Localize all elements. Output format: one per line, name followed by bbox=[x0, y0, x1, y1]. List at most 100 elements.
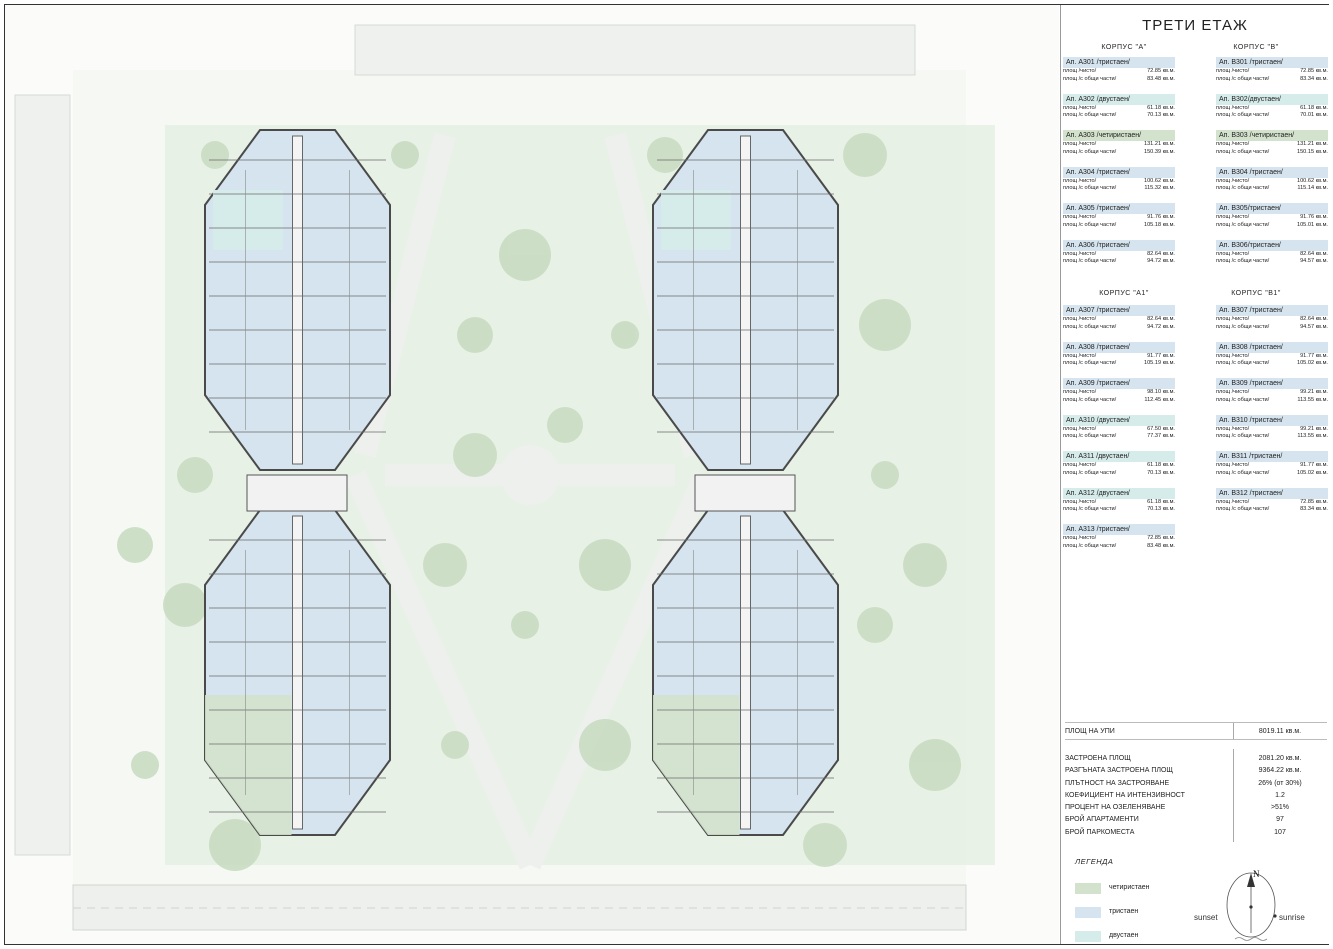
apartment-name: Ап. А303 /четиристаен/ bbox=[1063, 130, 1175, 141]
apartment-entry: Ап. А303 /четиристаен/площ /чисто/131.21… bbox=[1063, 130, 1175, 156]
tree-icon bbox=[441, 731, 469, 759]
stat-label: ПЛЪТНОСТ НА ЗАСТРОЯВАНЕ bbox=[1065, 779, 1170, 787]
area-value: 105.02 кв.м. bbox=[1296, 360, 1328, 366]
area-label: площ /чисто/ bbox=[1063, 214, 1097, 220]
stat-label: РАЗГЪНАТА ЗАСТРОЕНА ПЛОЩ bbox=[1065, 766, 1173, 774]
area-row-gross: площ /с общи части/112.45 кв.м. bbox=[1063, 397, 1175, 405]
area-row-gross: площ /с общи части/150.39 кв.м. bbox=[1063, 149, 1175, 157]
area-row-gross: площ /с общи части/105.01 кв.м. bbox=[1216, 222, 1328, 230]
area-label: площ /чисто/ bbox=[1216, 214, 1250, 220]
area-label: площ /чисто/ bbox=[1063, 462, 1097, 468]
apartment-entry: Ап. В307 /тристаен/площ /чисто/82.64 кв.… bbox=[1216, 305, 1328, 331]
area-label: площ /с общи части/ bbox=[1216, 148, 1270, 155]
area-value: 82.64 кв.м. bbox=[1300, 250, 1328, 257]
area-row-net: площ /чисто/98.10 кв.м. bbox=[1063, 389, 1175, 397]
area-row-net: площ /чисто/72.85 кв.м. bbox=[1063, 535, 1175, 543]
corridor-a bbox=[246, 474, 348, 512]
area-value: 70.13 кв.м. bbox=[1147, 469, 1175, 476]
area-row-net: площ /чисто/72.85 кв.м. bbox=[1063, 68, 1175, 76]
site-plan-drawing bbox=[14, 24, 995, 931]
apartment-entry: Ап. В308 /тристаен/площ /чисто/91.77 кв.… bbox=[1216, 341, 1328, 368]
area-label: площ /с общи части/ bbox=[1063, 112, 1117, 118]
area-value: 100.62 кв.м. bbox=[1143, 177, 1175, 184]
stat-row: ЗАСТРОЕНА ПЛОЩ 2081.20 кв.м. bbox=[1065, 752, 1327, 764]
area-value: 72.85 кв.м. bbox=[1147, 535, 1175, 541]
area-value: 105.18 кв.м. bbox=[1143, 221, 1175, 228]
stat-row: ПЛОЩ НА УПИ 8019.11 кв.м. bbox=[1065, 725, 1327, 737]
sunrise-label: sunrise bbox=[1279, 913, 1305, 922]
apartment-entry: Ап. А304 /тристаен/площ /чисто/100.62 кв… bbox=[1063, 166, 1175, 193]
area-label: площ /с общи части/ bbox=[1216, 221, 1270, 228]
area-row-gross: площ /с общи части/83.34 кв.м. bbox=[1216, 506, 1328, 514]
apartment-entry: Ап. А312 /двустаен/площ /чисто/61.18 кв.… bbox=[1063, 487, 1175, 514]
legend-label: тристаен bbox=[1109, 908, 1139, 915]
area-row-gross: площ /с общи части/70.01 кв.м. bbox=[1216, 112, 1328, 120]
area-value: 82.64 кв.м. bbox=[1147, 250, 1175, 257]
area-row-net: площ /чисто/91.77 кв.м. bbox=[1063, 353, 1175, 361]
apartment-name: Ап. В302/двустаен/ bbox=[1216, 93, 1328, 105]
area-row-gross: площ /с общи части/105.19 кв.м. bbox=[1063, 360, 1175, 368]
area-label: площ /чисто/ bbox=[1063, 104, 1097, 111]
area-value: 83.34 кв.м. bbox=[1300, 75, 1328, 82]
apartment-entry: Ап. А306 /тристаен/площ /чисто/82.64 кв.… bbox=[1063, 239, 1175, 266]
area-label: площ /чисто/ bbox=[1216, 498, 1250, 505]
area-value: 105.19 кв.м. bbox=[1143, 360, 1175, 366]
area-label: площ /чисто/ bbox=[1216, 68, 1250, 74]
apartment-entry: Ап. А313 /тристаен/площ /чисто/72.85 кв.… bbox=[1063, 524, 1175, 550]
apartment-entry: Ап. В309 /тристаен/площ /чисто/99.21 кв.… bbox=[1216, 378, 1328, 404]
area-value: 91.77 кв.м. bbox=[1300, 462, 1328, 468]
tree-icon bbox=[803, 823, 847, 867]
area-label: площ /с общи части/ bbox=[1063, 148, 1117, 155]
apartment-name: Ап. В311 /тристаен/ bbox=[1216, 451, 1328, 462]
apartment-name: Ап. А307 /тристаен/ bbox=[1063, 305, 1175, 316]
tree-icon bbox=[547, 407, 583, 443]
area-row-net: площ /чисто/72.85 кв.м. bbox=[1216, 68, 1328, 76]
area-row-net: площ /чисто/99.21 кв.м. bbox=[1216, 389, 1328, 397]
area-row-gross: площ /с общи части/115.14 кв.м. bbox=[1216, 185, 1328, 193]
area-row-gross: площ /с общи части/113.55 кв.м. bbox=[1216, 397, 1328, 405]
area-row-net: площ /чисто/91.76 кв.м. bbox=[1216, 214, 1328, 222]
area-value: 150.15 кв.м. bbox=[1296, 148, 1328, 155]
area-row-gross: площ /с общи части/115.32 кв.м. bbox=[1063, 185, 1175, 193]
area-value: 83.48 кв.м. bbox=[1147, 542, 1175, 549]
apartment-name: Ап. А302 /двустаен/ bbox=[1063, 93, 1175, 105]
area-row-gross: площ /с общи части/105.02 кв.м. bbox=[1216, 470, 1328, 478]
area-label: площ /чисто/ bbox=[1216, 141, 1250, 147]
tree-icon bbox=[647, 137, 683, 173]
parking-left bbox=[14, 94, 71, 856]
area-row-net: площ /чисто/67.50 кв.м. bbox=[1063, 426, 1175, 434]
legend-label: четиристаен bbox=[1109, 884, 1150, 891]
apartment-entry: Ап. А310 /двустаен/площ /чисто/67.50 кв.… bbox=[1063, 414, 1175, 441]
area-label: площ /чисто/ bbox=[1063, 535, 1097, 541]
site-plan bbox=[5, 5, 1059, 944]
tree-icon bbox=[903, 543, 947, 587]
building-a1 bbox=[204, 509, 391, 836]
area-row-gross: площ /с общи части/105.02 кв.м. bbox=[1216, 360, 1328, 368]
area-label: площ /чисто/ bbox=[1216, 250, 1250, 257]
area-value: 70.13 кв.м. bbox=[1147, 506, 1175, 512]
area-label: площ /с общи части/ bbox=[1063, 258, 1117, 264]
corridor-b bbox=[694, 474, 796, 512]
apartment-name: Ап. В309 /тристаен/ bbox=[1216, 378, 1328, 389]
area-row-gross: площ /с общи части/94.57 кв.м. bbox=[1216, 258, 1328, 266]
block-a-heading: КОРПУС "А" bbox=[1101, 44, 1147, 51]
area-label: площ /чисто/ bbox=[1063, 389, 1097, 395]
area-label: площ /чисто/ bbox=[1216, 177, 1250, 184]
area-row-gross: площ /с общи части/150.15 кв.м. bbox=[1216, 149, 1328, 157]
stat-row: БРОЙ АПАРТАМЕНТИ 97 bbox=[1065, 813, 1327, 825]
area-value: 61.18 кв.м. bbox=[1300, 104, 1328, 111]
area-row-gross: площ /с общи части/70.13 кв.м. bbox=[1063, 112, 1175, 120]
apartment-name: Ап. В306/тристаен/ bbox=[1216, 239, 1328, 251]
stat-label: БРОЙ АПАРТАМЕНТИ bbox=[1065, 815, 1139, 823]
area-label: площ /чисто/ bbox=[1216, 425, 1250, 432]
area-value: 99.21 кв.м. bbox=[1300, 425, 1328, 432]
area-label: площ /с общи части/ bbox=[1063, 542, 1117, 549]
area-value: 83.34 кв.м. bbox=[1300, 506, 1328, 512]
stat-label: КОЕФИЦИЕНТ НА ИНТЕНЗИВНОСТ bbox=[1065, 791, 1185, 799]
stat-value: 2081.20 кв.м. bbox=[1258, 754, 1302, 762]
area-label: площ /с общи части/ bbox=[1216, 506, 1270, 512]
area-value: 77.37 кв.м. bbox=[1147, 433, 1175, 439]
area-row-gross: площ /с общи части/105.18 кв.м. bbox=[1063, 222, 1175, 230]
tree-icon bbox=[909, 739, 961, 791]
legend-title: ЛЕГЕНДА bbox=[1075, 857, 1114, 866]
